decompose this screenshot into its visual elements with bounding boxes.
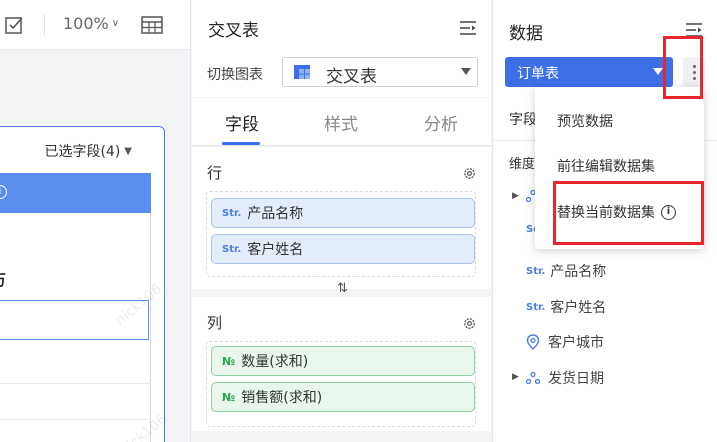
columns-section-title: 列 [207,314,223,332]
swap-rows-columns-icon[interactable]: ⇅ [337,281,348,296]
dataset-field[interactable]: Str. 产品名称 [526,261,606,281]
info-icon[interactable]: i [0,185,7,199]
dataset-field[interactable]: 客户城市 [526,332,604,352]
switch-chart-label: 切换图表 [207,67,263,83]
tab-analysis[interactable]: 分析 [424,110,458,135]
string-type-icon: Str. [526,265,546,277]
crosstab-icon [294,65,310,79]
dataset-field[interactable]: Str. 客户姓名 [526,297,606,317]
hierarchy-icon [526,372,540,384]
report-canvas: 100% ∨ 已选字段(4) ▼ i 万 nick106 nick106 [0,0,191,442]
dataset-field[interactable]: 发货日期 [526,368,604,388]
crosstab-header: i [0,173,151,213]
dataset-value: 订单表 [517,66,559,82]
chart-type-value: 交叉表 [326,67,377,87]
caret-down-icon: ▼ [124,145,132,157]
grid-line [0,419,151,420]
fields-label: 字段 [509,112,537,128]
grid-line [0,383,151,384]
number-type-icon: № [222,354,236,368]
active-tab-indicator [222,142,260,145]
tab-style[interactable]: 样式 [324,110,358,135]
dimensions-label: 维度 [509,157,536,172]
location-pin-icon [526,334,540,350]
columns-drop-zone[interactable]: № 数量(求和) № 销售额(求和) [206,341,476,427]
chart-type-select[interactable]: 交叉表 [282,57,478,87]
crosstab-widget[interactable]: 已选字段(4) ▼ i 万 nick106 nick106 [0,126,170,442]
columns-section: 列 № 数量(求和) № 销售额(求和) [192,297,491,431]
canvas-toolbar: 100% ∨ [0,0,190,50]
string-type-icon: Str. [222,207,242,219]
field-label: 数量(求和) [241,354,309,370]
field-label: 发货日期 [548,371,604,387]
chevron-down-icon: ∨ [111,18,120,29]
caret-down-icon [461,68,471,75]
field-label: 销售额(求和) [241,390,323,406]
field-label: 客户姓名 [550,300,607,316]
selected-fields-dropdown[interactable]: 已选字段(4) ▼ [44,141,132,161]
menu-item-preview-data[interactable]: 预览数据 [557,111,613,131]
rows-section: 行 Str. 产品名称 Str. 客户姓名 [192,147,491,289]
field-label: 客户城市 [548,335,604,351]
tab-fields[interactable]: 字段 [225,110,259,135]
table-icon[interactable] [141,15,163,35]
checkbox-icon[interactable] [4,15,24,35]
string-type-icon: Str. [222,243,242,255]
highlight-frame [663,36,703,99]
field-label: 客户姓名 [247,242,304,258]
data-panel-title: 数据 [509,24,543,44]
crosstab-cell: 万 [0,269,6,290]
zoom-select[interactable]: 100% ∨ [63,14,119,33]
dataset-select[interactable]: 订单表 [505,57,673,87]
gear-icon[interactable] [462,316,477,331]
toolbar-divider [44,14,45,36]
column-field-chip[interactable]: № 销售额(求和) [211,382,475,412]
collapse-menu-icon[interactable] [459,20,477,36]
row-field-chip[interactable]: Str. 客户姓名 [211,234,475,264]
panel-title: 交叉表 [208,21,259,41]
menu-item-edit-dataset[interactable]: 前往编辑数据集 [557,156,655,176]
column-field-chip[interactable]: № 数量(求和) [211,346,475,376]
row-field-chip[interactable]: Str. 产品名称 [211,198,475,228]
chart-config-panel: 交叉表 切换图表 交叉表 字段 样式 分析 行 Str. 产品名称 Str. 客… [192,0,491,442]
menu-item-label: 预览数据 [557,114,613,130]
zoom-level: 100% [63,14,109,33]
caret-down-icon [653,68,663,75]
gear-icon[interactable] [462,166,477,181]
config-tabs: 字段 样式 分析 [192,98,491,146]
field-label: 产品名称 [550,264,607,280]
rows-section-title: 行 [207,164,223,182]
selected-fields-label: 已选字段(4) [44,144,121,160]
rows-drop-zone[interactable]: Str. 产品名称 Str. 客户姓名 [206,191,476,277]
string-type-icon: Str. [526,301,546,313]
expand-arrow-icon[interactable]: ▶ [512,191,519,201]
highlight-frame [553,181,704,245]
expand-arrow-icon[interactable]: ▶ [512,372,519,382]
chart-config-header: 交叉表 切换图表 交叉表 [192,0,491,97]
field-label: 产品名称 [247,206,304,222]
menu-item-label: 前往编辑数据集 [557,159,655,175]
number-type-icon: № [222,390,236,404]
